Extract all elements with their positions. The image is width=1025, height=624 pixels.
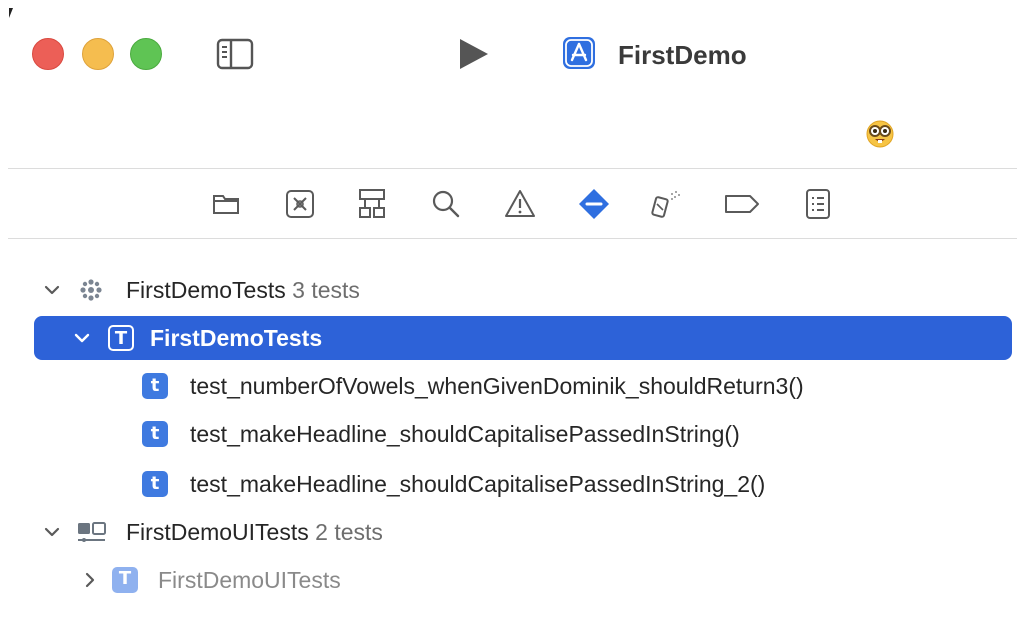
navtab-find[interactable]: [428, 186, 464, 222]
folder-icon: [213, 195, 239, 214]
ui-test-bundle-icon: [78, 522, 106, 542]
tree-class-firstdemotests[interactable]: T FirstDemoTests: [34, 316, 1012, 360]
test-count: 3 tests: [292, 277, 360, 303]
navtab-project[interactable]: [208, 186, 244, 222]
navtab-source-control[interactable]: [282, 186, 318, 222]
hierarchy-icon: [359, 189, 385, 218]
tree-row-label: FirstDemoUITests 2 tests: [126, 510, 383, 554]
play-icon: [460, 39, 488, 69]
class-name: FirstDemoUITests: [158, 567, 341, 593]
nerd-face-icon[interactable]: [866, 120, 894, 148]
scheme-title[interactable]: FirstDemo: [618, 38, 747, 72]
sidebar-toggle-button[interactable]: [212, 38, 256, 70]
navtab-issues[interactable]: [502, 186, 538, 222]
debug-icon: [651, 191, 680, 218]
navtab-symbols[interactable]: [354, 186, 390, 222]
test-name: test_makeHeadline_shouldCapitalisePassed…: [190, 421, 740, 447]
test-row[interactable]: t test_numberOfVowels_whenGivenDominik_s…: [8, 364, 1017, 408]
sidebar-icon: [216, 38, 254, 70]
tree-class-firstdemouitests[interactable]: T FirstDemoUITests: [8, 558, 1017, 602]
chevron-right-icon[interactable]: [80, 570, 100, 590]
class-name: FirstDemoTests: [150, 325, 323, 351]
chevron-down-icon[interactable]: [72, 328, 92, 348]
source-control-icon: [286, 190, 314, 218]
test-row[interactable]: t test_makeHeadline_shouldCapitalisePass…: [8, 462, 1017, 506]
report-icon: [806, 189, 830, 219]
test-method-badge: t: [142, 421, 168, 447]
group-name: FirstDemoTests: [126, 277, 286, 303]
test-method-badge: t: [142, 373, 168, 399]
test-bundle-icon: [80, 279, 102, 301]
breakpoint-icon: [725, 195, 759, 213]
test-class-badge: T: [108, 325, 134, 351]
navtab-reports[interactable]: [800, 186, 836, 222]
tree-group-firstdemouitests[interactable]: FirstDemoUITests 2 tests: [8, 510, 1017, 554]
navigator-divider: [8, 238, 1017, 239]
navtab-breakpoints[interactable]: [722, 186, 759, 222]
close-window-button[interactable]: [32, 38, 64, 70]
minimize-window-button[interactable]: [82, 38, 114, 70]
tree-row-label: FirstDemoTests 3 tests: [126, 268, 360, 312]
test-name: test_numberOfVowels_whenGivenDominik_sho…: [190, 373, 804, 399]
toolbar-divider: [8, 168, 1017, 169]
chevron-down-icon[interactable]: [42, 522, 62, 542]
test-navigator-icon: [579, 189, 609, 219]
test-class-badge: T: [112, 567, 138, 593]
navtab-debug[interactable]: [648, 186, 684, 222]
run-button[interactable]: [452, 36, 492, 72]
search-icon: [432, 190, 460, 218]
cursor-mark: [9, 8, 13, 18]
test-method-badge: t: [142, 471, 168, 497]
navtab-tests[interactable]: [576, 186, 612, 222]
chevron-down-icon[interactable]: [42, 280, 62, 300]
test-count: 2 tests: [315, 519, 383, 545]
test-name: test_makeHeadline_shouldCapitalisePassed…: [190, 471, 766, 497]
group-name: FirstDemoUITests: [126, 519, 309, 545]
test-row[interactable]: t test_makeHeadline_shouldCapitalisePass…: [8, 412, 1017, 456]
tree-group-firstdemotests[interactable]: FirstDemoTests 3 tests: [8, 268, 1017, 312]
warning-icon: [505, 190, 535, 217]
app-store-icon[interactable]: [562, 36, 596, 70]
zoom-window-button[interactable]: [130, 38, 162, 70]
